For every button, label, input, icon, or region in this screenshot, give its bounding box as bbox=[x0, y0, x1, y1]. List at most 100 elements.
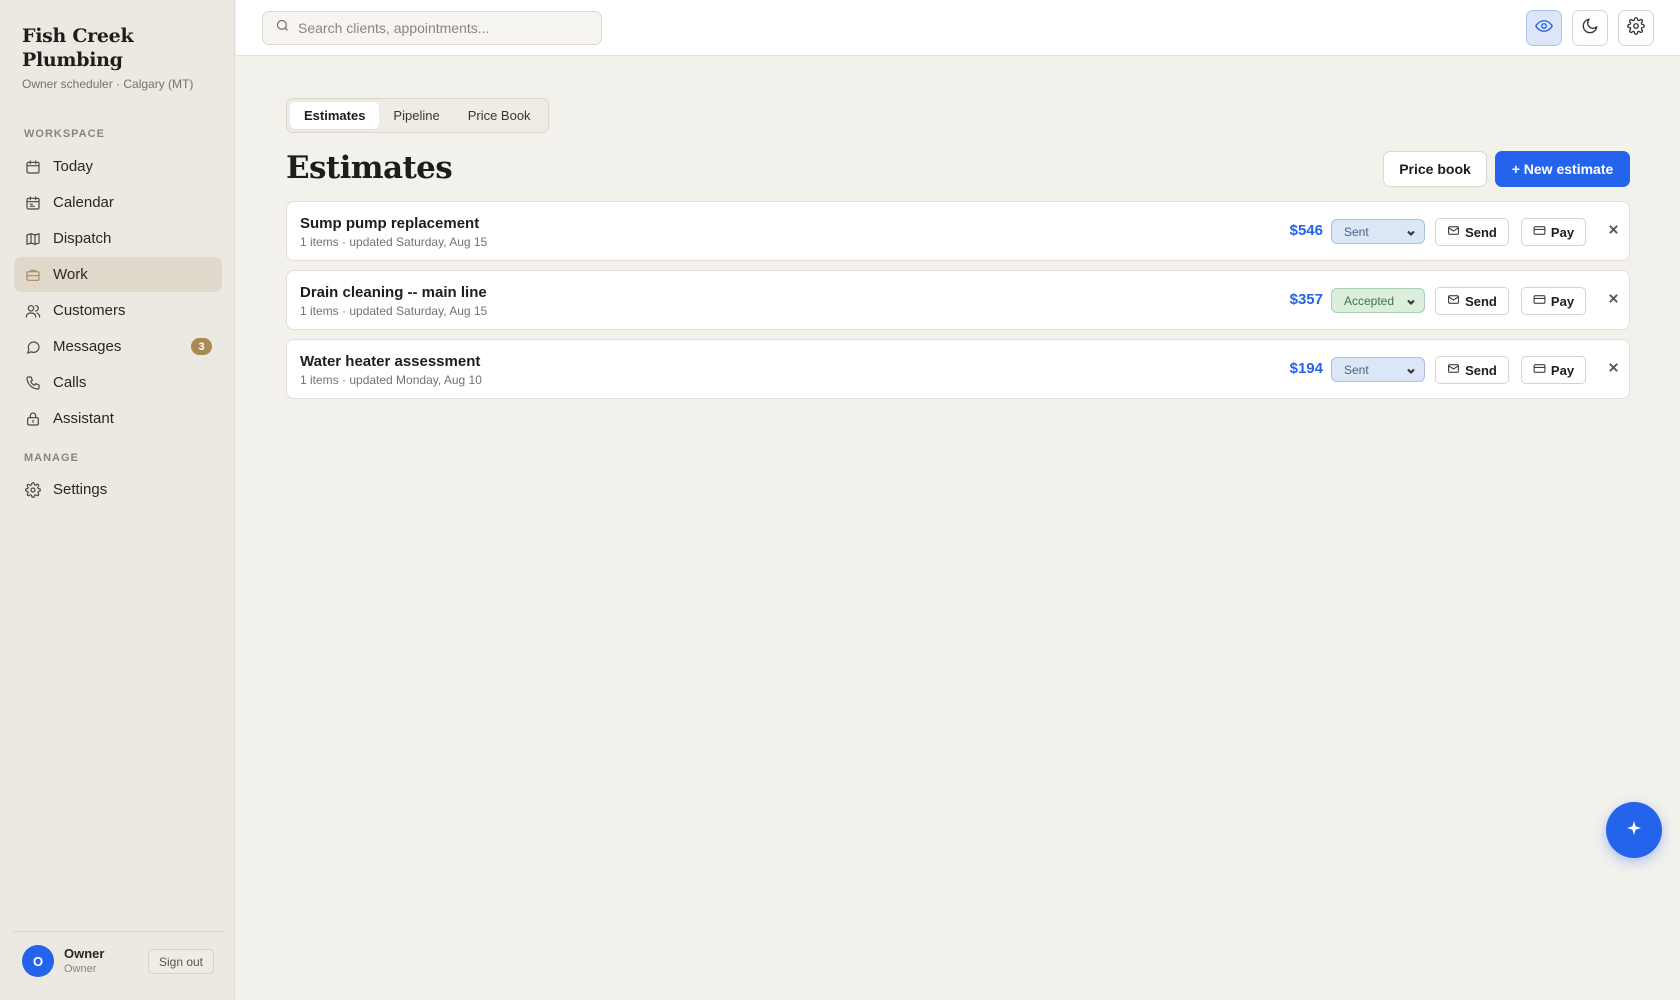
delete-estimate-button[interactable] bbox=[1605, 361, 1621, 377]
send-label: Send bbox=[1465, 293, 1497, 309]
eye-icon bbox=[1535, 17, 1553, 40]
search-input[interactable] bbox=[298, 20, 598, 36]
pay-label: Pay bbox=[1550, 224, 1575, 240]
mail-icon bbox=[1447, 293, 1465, 309]
workspace-section-label: WORKSPACE bbox=[24, 128, 105, 140]
sidebar-item-label: Customers bbox=[53, 302, 126, 319]
user-footer: O Owner Owner Sign out bbox=[12, 931, 224, 977]
estimate-title: Drain cleaning -- main line bbox=[300, 284, 487, 301]
pay-button[interactable]: Pay bbox=[1521, 287, 1586, 315]
new-estimate-button[interactable]: + New estimate bbox=[1495, 151, 1630, 187]
send-button[interactable]: Send bbox=[1435, 356, 1509, 384]
estimate-row[interactable]: Drain cleaning -- main line 1 items · up… bbox=[286, 270, 1630, 330]
search-box[interactable] bbox=[262, 11, 602, 45]
brand: Fish Creek Plumbing Owner scheduler · Ca… bbox=[22, 24, 212, 91]
close-icon bbox=[1608, 360, 1619, 378]
gear-icon bbox=[1627, 16, 1645, 40]
sidebar-item-calls[interactable]: Calls bbox=[14, 365, 222, 400]
messages-count-badge: 3 bbox=[191, 338, 212, 355]
avatar[interactable]: O bbox=[22, 945, 54, 977]
credit-card-icon bbox=[1533, 293, 1551, 309]
sidebar-item-settings[interactable]: Settings bbox=[14, 472, 222, 507]
sidebar-item-label: Assistant bbox=[53, 410, 114, 427]
sidebar-item-label: Calls bbox=[53, 374, 87, 391]
estimate-status-select[interactable]: Sent bbox=[1331, 219, 1425, 244]
send-label: Send bbox=[1465, 362, 1497, 378]
credit-card-icon bbox=[1533, 224, 1551, 240]
sidebar-item-assistant[interactable]: Assistant bbox=[14, 401, 222, 436]
credit-card-icon bbox=[1533, 362, 1551, 378]
sidebar-item-label: Settings bbox=[53, 481, 108, 498]
estimate-amount: $546 bbox=[1289, 222, 1323, 239]
calendar-icon bbox=[24, 158, 42, 176]
close-icon bbox=[1608, 291, 1619, 309]
estimate-status-select[interactable]: Accepted bbox=[1331, 288, 1425, 313]
send-label: Send bbox=[1465, 224, 1497, 240]
view-tabs: Estimates Pipeline Price Book bbox=[286, 98, 549, 133]
estimate-meta: 1 items · updated Saturday, Aug 15 bbox=[300, 304, 488, 318]
sidebar-item-label: Work bbox=[53, 266, 88, 283]
estimate-title: Water heater assessment bbox=[300, 353, 481, 370]
calendar-list-icon bbox=[24, 194, 42, 212]
sidebar-item-calendar[interactable]: Calendar bbox=[14, 185, 222, 220]
users-icon bbox=[24, 302, 42, 320]
gear-icon bbox=[24, 481, 42, 499]
assistant-fab-button[interactable] bbox=[1606, 802, 1662, 858]
status-value: Sent bbox=[1344, 224, 1369, 239]
close-icon bbox=[1608, 222, 1619, 240]
estimate-amount: $357 bbox=[1289, 291, 1323, 308]
dark-mode-button[interactable] bbox=[1572, 10, 1608, 46]
topbar bbox=[236, 0, 1680, 56]
pay-button[interactable]: Pay bbox=[1521, 218, 1586, 246]
delete-estimate-button[interactable] bbox=[1605, 223, 1621, 239]
sidebar-item-work[interactable]: Work bbox=[14, 257, 222, 292]
sidebar-item-label: Messages bbox=[53, 338, 122, 355]
visibility-toggle-button[interactable] bbox=[1526, 10, 1562, 46]
estimate-meta: 1 items · updated Monday, Aug 10 bbox=[300, 373, 482, 387]
sidebar-item-label: Calendar bbox=[53, 194, 114, 211]
mail-icon bbox=[1447, 362, 1465, 378]
chevron-down-icon bbox=[1406, 296, 1416, 306]
estimate-title: Sump pump replacement bbox=[300, 215, 480, 232]
delete-estimate-button[interactable] bbox=[1605, 292, 1621, 308]
sidebar-item-label: Today bbox=[53, 158, 94, 175]
estimate-row[interactable]: Sump pump replacement 1 items · updated … bbox=[286, 201, 1630, 261]
moon-icon bbox=[1581, 17, 1599, 40]
mail-icon bbox=[1447, 224, 1465, 240]
sidebar-item-label: Dispatch bbox=[53, 230, 112, 247]
assistant-icon bbox=[24, 410, 42, 428]
sidebar-item-messages[interactable]: Messages 3 bbox=[14, 329, 222, 364]
briefcase-icon bbox=[24, 266, 42, 284]
sidebar-item-dispatch[interactable]: Dispatch bbox=[14, 221, 222, 256]
chevron-down-icon bbox=[1406, 227, 1416, 237]
page-title: Estimates bbox=[286, 150, 453, 186]
estimate-meta: 1 items · updated Saturday, Aug 15 bbox=[300, 235, 488, 249]
sidebar-item-today[interactable]: Today bbox=[14, 149, 222, 184]
status-value: Sent bbox=[1344, 362, 1369, 377]
send-button[interactable]: Send bbox=[1435, 287, 1509, 315]
tab-price-book[interactable]: Price Book bbox=[454, 102, 545, 129]
pay-button[interactable]: Pay bbox=[1521, 356, 1586, 384]
settings-button[interactable] bbox=[1618, 10, 1654, 46]
user-name: Owner bbox=[64, 946, 105, 961]
estimate-status-select[interactable]: Sent bbox=[1331, 357, 1425, 382]
sparkle-icon bbox=[1626, 820, 1642, 841]
sidebar-item-customers[interactable]: Customers bbox=[14, 293, 222, 328]
pay-label: Pay bbox=[1550, 293, 1575, 309]
message-icon bbox=[24, 338, 42, 356]
send-button[interactable]: Send bbox=[1435, 218, 1509, 246]
pay-label: Pay bbox=[1550, 362, 1575, 378]
tab-pipeline[interactable]: Pipeline bbox=[379, 102, 453, 129]
brand-subtitle: Owner scheduler · Calgary (MT) bbox=[22, 77, 194, 91]
tab-estimates[interactable]: Estimates bbox=[290, 102, 380, 129]
chevron-down-icon bbox=[1406, 365, 1416, 375]
user-role: Owner bbox=[64, 963, 97, 975]
sign-out-button[interactable]: Sign out bbox=[148, 949, 214, 974]
price-book-button[interactable]: Price book bbox=[1383, 151, 1487, 187]
estimate-row[interactable]: Water heater assessment 1 items · update… bbox=[286, 339, 1630, 399]
phone-icon bbox=[24, 374, 42, 392]
sidebar: Fish Creek Plumbing Owner scheduler · Ca… bbox=[0, 0, 235, 1000]
brand-name: Fish Creek Plumbing bbox=[22, 25, 134, 71]
map-icon bbox=[24, 230, 42, 248]
status-value: Accepted bbox=[1344, 293, 1395, 308]
